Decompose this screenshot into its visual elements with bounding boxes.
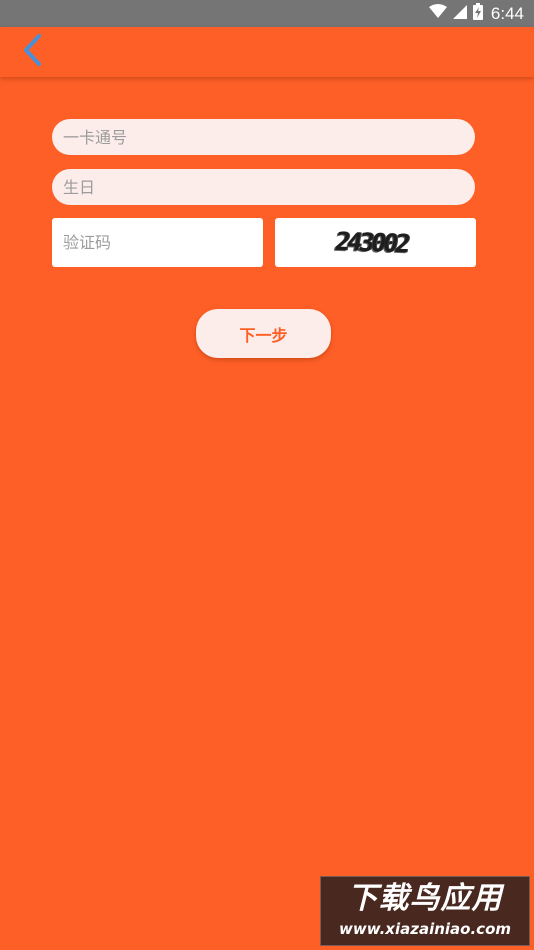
card-number-field[interactable] (52, 119, 475, 155)
card-number-input[interactable] (63, 119, 475, 155)
verification-code-field[interactable] (52, 218, 263, 267)
watermark-title: 下载鸟应用 (347, 881, 503, 916)
cell-signal-icon (452, 4, 467, 23)
next-button[interactable]: 下一步 (196, 309, 331, 358)
status-time: 6:44 (490, 3, 524, 23)
birthday-field[interactable] (52, 169, 475, 205)
app-bar (0, 27, 534, 77)
verification-code-input[interactable] (63, 218, 263, 267)
captcha-image[interactable]: 243002 (275, 218, 476, 267)
birthday-input[interactable] (63, 169, 475, 205)
status-bar: 6:44 (0, 0, 534, 27)
watermark-logo: 下载鸟应用 www.xiazainiao.com (320, 876, 530, 946)
watermark-url: www.xiazainiao.com (338, 920, 512, 938)
battery-charging-icon (472, 3, 483, 24)
back-button[interactable] (14, 34, 50, 70)
status-icons: 6:44 (428, 0, 524, 27)
wifi-icon (428, 4, 447, 23)
chevron-left-icon (21, 33, 43, 71)
captcha-text: 243002 (333, 226, 410, 259)
